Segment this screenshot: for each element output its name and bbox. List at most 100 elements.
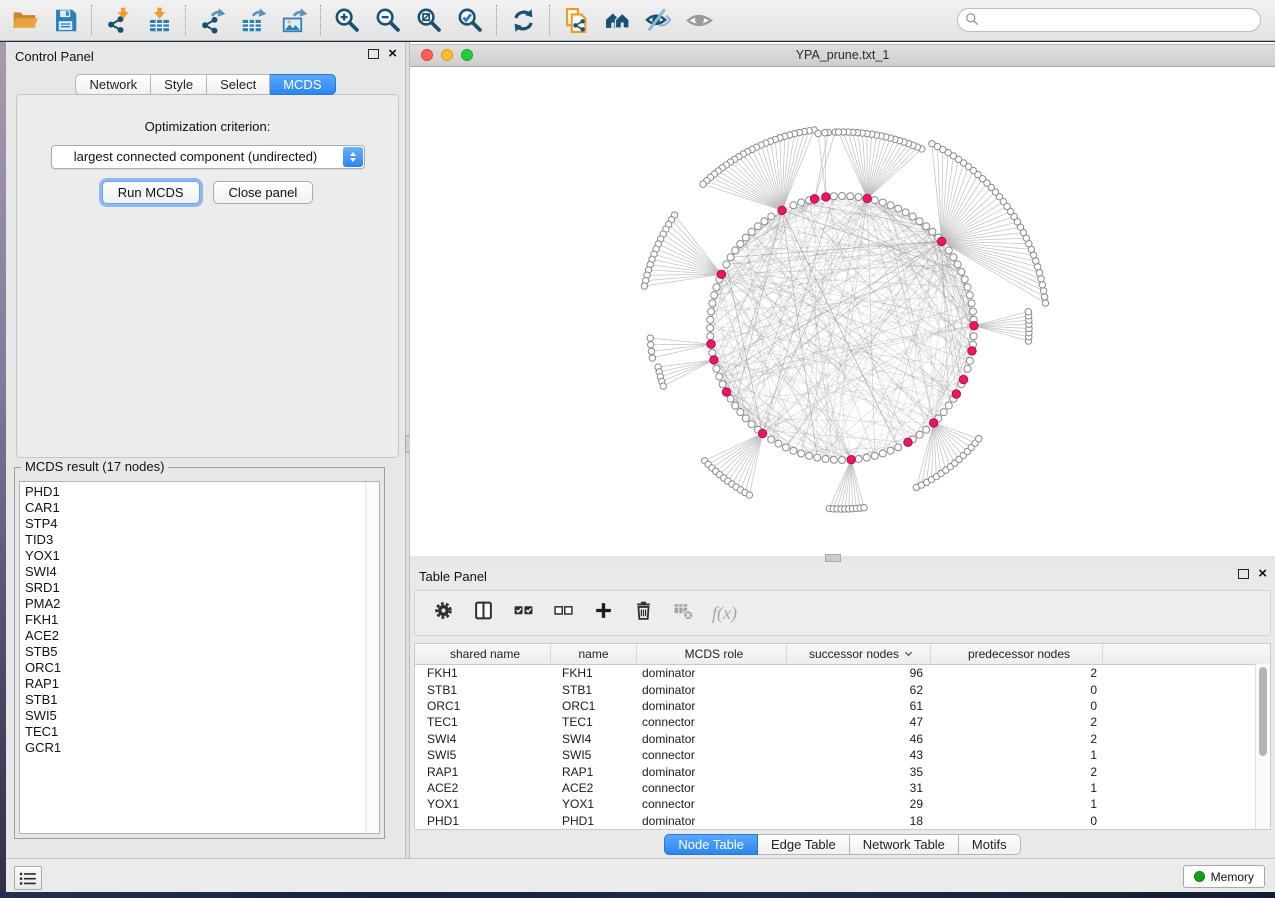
new-network-from-selection-button[interactable] <box>556 2 597 38</box>
mcds-hub-node[interactable] <box>970 321 978 329</box>
mcds-hub-node[interactable] <box>968 347 976 355</box>
table-row[interactable]: ACE2ACE2connector311 <box>415 780 1270 796</box>
memory-button[interactable]: Memory <box>1183 865 1265 888</box>
table-row[interactable]: RAP1RAP1dominator352 <box>415 763 1270 779</box>
mcds-result-item[interactable]: STB5 <box>20 644 366 660</box>
table-scrollbar-thumb[interactable] <box>1259 667 1267 756</box>
mcds-hub-node[interactable] <box>959 375 967 383</box>
column-header-successor-nodes[interactable]: successor nodes <box>787 644 931 664</box>
mcds-hub-node[interactable] <box>778 206 786 214</box>
horizontal-splitter-handle[interactable] <box>825 554 841 562</box>
table-row[interactable]: TEC1TEC1connector472 <box>415 714 1270 730</box>
deselect-all-button[interactable] <box>552 602 575 625</box>
tab-network-table[interactable]: Network Table <box>850 834 959 855</box>
show-column-button[interactable] <box>472 602 495 625</box>
export-table-button[interactable] <box>233 2 274 38</box>
zoom-in-button[interactable] <box>327 2 368 38</box>
tab-edge-table[interactable]: Edge Table <box>758 834 850 855</box>
cell: dominator <box>637 814 787 828</box>
tab-select[interactable]: Select <box>207 74 270 95</box>
network-graph[interactable] <box>410 66 1275 556</box>
close-panel-button[interactable]: Close panel <box>213 181 314 204</box>
show-panels-button[interactable] <box>14 866 42 890</box>
tab-network[interactable]: Network <box>75 74 151 95</box>
column-header-name[interactable]: name <box>551 644 637 664</box>
table-row[interactable]: SWI4SWI4dominator462 <box>415 731 1270 747</box>
show-all-button[interactable] <box>679 2 720 38</box>
tab-node-table[interactable]: Node Table <box>664 834 758 855</box>
mcds-result-item[interactable]: TID3 <box>20 532 366 548</box>
import-table-button[interactable] <box>139 2 180 38</box>
close-panel-icon[interactable]: × <box>388 48 397 60</box>
column-header-label: MCDS role <box>685 647 744 661</box>
open-file-button[interactable] <box>4 2 45 38</box>
apply-layout-button[interactable] <box>503 2 544 38</box>
first-neighbors-button[interactable] <box>597 2 638 38</box>
mcds-result-item[interactable]: CAR1 <box>20 500 366 516</box>
select-all-button[interactable] <box>512 602 535 625</box>
table-options-button[interactable] <box>432 602 455 625</box>
float-panel-icon[interactable] <box>368 49 379 59</box>
mcds-hub-node[interactable] <box>758 429 766 437</box>
mcds-result-item[interactable]: STP4 <box>20 516 366 532</box>
mcds-hub-node[interactable] <box>904 438 912 446</box>
mcds-result-item[interactable]: ORC1 <box>20 660 366 676</box>
mcds-result-item[interactable]: GCR1 <box>20 740 366 756</box>
table-row[interactable]: FKH1FKH1dominator962 <box>415 665 1270 681</box>
criterion-dropdown[interactable]: largest connected component (undirected) <box>51 145 365 169</box>
run-mcds-button[interactable]: Run MCDS <box>102 181 200 204</box>
search-input[interactable] <box>957 8 1261 32</box>
zoom-out-button[interactable] <box>368 2 409 38</box>
mcds-hub-node[interactable] <box>822 193 830 201</box>
uncheck-pair-icon <box>553 600 574 626</box>
mcds-result-item[interactable]: SRD1 <box>20 580 366 596</box>
column-header-predecessor-nodes[interactable]: predecessor nodes <box>931 644 1103 664</box>
mcds-hub-node[interactable] <box>863 194 871 202</box>
mcds-hub-node[interactable] <box>929 419 937 427</box>
mcds-result-item[interactable]: SWI5 <box>20 708 366 724</box>
save-session-button[interactable] <box>45 2 86 38</box>
mcds-result-item[interactable]: YOX1 <box>20 548 366 564</box>
mcds-list-scrollbar[interactable] <box>365 482 379 833</box>
delete-column-button[interactable] <box>632 602 655 625</box>
export-network-button[interactable] <box>192 2 233 38</box>
tab-motifs[interactable]: Motifs <box>959 834 1021 855</box>
table-scrollbar[interactable] <box>1255 664 1270 829</box>
import-network-button[interactable] <box>98 2 139 38</box>
close-panel-icon[interactable]: × <box>1258 568 1267 580</box>
delete-table-button[interactable] <box>672 602 695 625</box>
table-row[interactable]: ORC1ORC1dominator610 <box>415 698 1270 714</box>
mcds-result-item[interactable]: FKH1 <box>20 612 366 628</box>
mcds-result-item[interactable]: RAP1 <box>20 676 366 692</box>
mcds-hub-node[interactable] <box>722 388 730 396</box>
export-image-button[interactable] <box>274 2 315 38</box>
column-header-MCDS-role[interactable]: MCDS role <box>637 644 787 664</box>
mcds-hub-node[interactable] <box>810 195 818 203</box>
table-row[interactable]: PHD1PHD1dominator180 <box>415 813 1270 829</box>
mcds-hub-node[interactable] <box>717 270 725 278</box>
table-row[interactable]: SWI5SWI5connector431 <box>415 747 1270 763</box>
hide-selected-button[interactable] <box>638 2 679 38</box>
mcds-hub-node[interactable] <box>847 455 855 463</box>
cell: PHD1 <box>415 814 551 828</box>
mcds-result-item[interactable]: SWI4 <box>20 564 366 580</box>
mcds-result-item[interactable]: PHD1 <box>20 484 366 500</box>
mcds-hub-node[interactable] <box>710 356 718 364</box>
table-row[interactable]: STB1STB1dominator620 <box>415 681 1270 697</box>
function-builder-button[interactable]: f(x) <box>712 603 737 624</box>
tab-mcds[interactable]: MCDS <box>270 74 335 95</box>
create-column-button[interactable] <box>592 602 615 625</box>
mcds-hub-node[interactable] <box>952 390 960 398</box>
float-panel-icon[interactable] <box>1238 569 1249 579</box>
table-row[interactable]: YOX1YOX1connector291 <box>415 796 1270 812</box>
tab-style[interactable]: Style <box>151 74 207 95</box>
mcds-result-item[interactable]: TEC1 <box>20 724 366 740</box>
zoom-selected-button[interactable] <box>450 2 491 38</box>
mcds-result-item[interactable]: ACE2 <box>20 628 366 644</box>
mcds-result-item[interactable]: PMA2 <box>20 596 366 612</box>
mcds-hub-node[interactable] <box>937 237 945 245</box>
mcds-result-item[interactable]: STB1 <box>20 692 366 708</box>
zoom-fit-button[interactable] <box>409 2 450 38</box>
column-header-shared-name[interactable]: shared name <box>415 644 551 664</box>
mcds-hub-node[interactable] <box>707 340 715 348</box>
